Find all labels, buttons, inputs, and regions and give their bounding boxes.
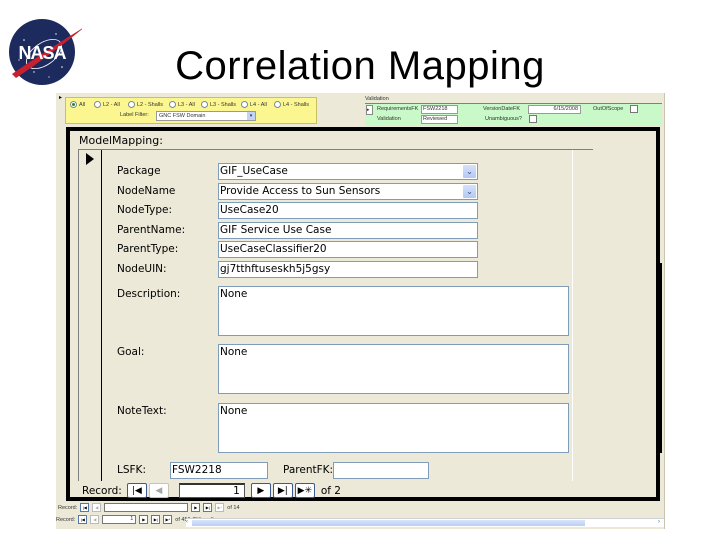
last-record-icon: ▶| xyxy=(277,485,288,496)
scroll-right-icon[interactable]: › xyxy=(658,519,660,525)
next-record-button[interactable]: ▶ xyxy=(250,483,271,498)
nodename-combo[interactable]: Provide Access to Sun Sensors ⌄ xyxy=(218,183,478,200)
record-label: Record: xyxy=(82,484,122,497)
scroll-left-icon[interactable]: ‹ xyxy=(186,519,188,525)
nodeuin-label: NodeUIN: xyxy=(117,263,167,275)
horizontal-scrollbar[interactable]: ‹ › xyxy=(186,518,664,527)
version-date-fk-field[interactable]: 6/15/2008 xyxy=(528,105,581,114)
record-count: of 2 xyxy=(320,484,341,497)
parenttype-field[interactable]: UseCaseClassifier20 xyxy=(218,241,478,258)
first-record-button[interactable]: |◀ xyxy=(80,503,90,512)
prev-record-icon: ◀ xyxy=(155,485,163,496)
prev-record-button[interactable]: ◀ xyxy=(90,515,100,524)
filter-radio-l3-shalls[interactable]: L3 - Shalls xyxy=(201,101,236,108)
filter-radio-l2-shalls[interactable]: L2 - Shalls xyxy=(128,101,163,108)
radio-icon xyxy=(169,101,176,108)
first-record-button[interactable]: |◀ xyxy=(126,483,147,498)
new-record-button[interactable]: ▶* xyxy=(163,515,173,524)
lsfk-field[interactable]: FSW2218 xyxy=(170,462,268,479)
new-record-button[interactable]: ▶✳ xyxy=(294,483,315,498)
parentfk-label: ParentFK: xyxy=(283,464,334,476)
parentname-field[interactable]: GIF Service Use Case xyxy=(218,222,478,239)
chevron-down-icon[interactable]: ⌄ xyxy=(463,165,476,178)
radio-icon xyxy=(274,101,281,108)
version-date-fk-label: VersionDateFK xyxy=(483,106,520,112)
radio-icon xyxy=(201,101,208,108)
record-count: of 14 xyxy=(227,504,240,511)
nodeuin-field[interactable]: gj7tthftuseskh5j5gsy xyxy=(218,261,478,278)
last-record-button[interactable]: ▶| xyxy=(203,503,213,512)
validation-subform: ▸ RequirementsFK FSW2218 VersionDateFK 6… xyxy=(365,103,662,126)
radio-icon xyxy=(241,101,248,108)
divider xyxy=(572,150,573,481)
nodetype-field[interactable]: UseCase20 xyxy=(218,202,478,219)
new-record-icon: ▶✳ xyxy=(297,485,313,496)
record-number-input[interactable] xyxy=(104,503,189,512)
notetext-field[interactable]: None xyxy=(218,403,569,453)
notetext-label: NoteText: xyxy=(117,405,167,417)
last-record-button[interactable]: ▶| xyxy=(272,483,293,498)
filter-radio-l3-all[interactable]: L3 - All xyxy=(169,101,195,108)
validation-combo[interactable]: Reviewed xyxy=(421,115,458,124)
next-record-icon: ▶ xyxy=(257,485,265,496)
filter-radio-all[interactable]: All xyxy=(70,101,85,108)
validation-label: Validation xyxy=(377,116,401,122)
filter-bar: All L2 - All L2 - Shalls L3 - All L3 - S… xyxy=(65,97,317,124)
record-pointer-icon: ▸ xyxy=(59,95,63,101)
prev-record-button[interactable]: ◀ xyxy=(148,483,169,498)
out-of-scope-checkbox[interactable] xyxy=(630,105,638,113)
description-field[interactable]: None xyxy=(218,286,569,336)
filter-radio-l4-all[interactable]: L4 - All xyxy=(241,101,267,108)
model-mapping-fields: Package GIF_UseCase ⌄ NodeName Provide Ac… xyxy=(102,150,572,481)
slide-title: Correlation Mapping xyxy=(175,44,545,88)
chevron-down-icon[interactable]: ▾ xyxy=(247,112,255,120)
current-record-arrow-icon xyxy=(86,153,94,165)
next-record-button[interactable]: ▶ xyxy=(191,503,201,512)
unambiguous-label: Unambiguous? xyxy=(485,116,522,122)
model-mapping-subform: ModelMapping: Package GIF_UseCase ⌄ NodeN… xyxy=(66,127,660,501)
label-filter-label: Label Filter: xyxy=(120,112,149,118)
next-record-button[interactable]: ▶ xyxy=(139,515,149,524)
filter-radio-l2-all[interactable]: L2 - All xyxy=(94,101,120,108)
parenttype-label: ParentType: xyxy=(117,243,179,255)
parentfk-field[interactable] xyxy=(333,462,429,479)
radio-icon xyxy=(70,101,77,108)
label-filter-combo[interactable]: GNC FSW Domain ▾ xyxy=(156,111,256,121)
description-label: Description: xyxy=(117,288,181,300)
record-selector[interactable] xyxy=(79,150,102,481)
model-mapping-title: ModelMapping: xyxy=(79,134,163,147)
model-mapping-record-nav: Record: |◀ ◀ 1 ▶ ▶| ▶✳ of 2 xyxy=(82,483,341,498)
record-label: Record: xyxy=(58,504,78,511)
prev-record-button[interactable]: ◀ xyxy=(92,503,102,512)
parentname-label: ParentName: xyxy=(117,224,186,236)
requirement-fk-field[interactable]: FSW2218 xyxy=(421,105,458,114)
radio-icon xyxy=(94,101,101,108)
out-of-scope-label: OutOfScope xyxy=(593,106,624,112)
scrollbar-thumb[interactable] xyxy=(192,520,585,526)
nodename-label: NodeName xyxy=(117,185,176,197)
first-record-button[interactable]: |◀ xyxy=(78,515,88,524)
validation-title: Validation xyxy=(365,96,389,102)
goal-field[interactable]: None xyxy=(218,344,569,394)
record-label: Record: xyxy=(56,516,76,523)
last-record-button[interactable]: ▶| xyxy=(151,515,161,524)
model-mapping-detail-area: Package GIF_UseCase ⌄ NodeName Provide Ac… xyxy=(78,149,593,481)
record-number-input[interactable]: 1 xyxy=(178,483,245,498)
first-record-icon: |◀ xyxy=(131,485,142,496)
goal-label: Goal: xyxy=(117,346,145,358)
subform-record-nav: Record: |◀ ◀ ▶ ▶| ▶* of 14 xyxy=(58,503,240,512)
radio-icon xyxy=(128,101,135,108)
record-selector[interactable]: ▸ xyxy=(366,105,373,115)
filter-radio-l4-shalls[interactable]: L4 - Shalls xyxy=(274,101,309,108)
new-record-button[interactable]: ▶* xyxy=(215,503,225,512)
package-label: Package xyxy=(117,165,161,177)
lsfk-label: LSFK: xyxy=(117,464,146,476)
nodetype-label: NodeType: xyxy=(117,204,173,216)
requirement-fk-label: RequirementsFK xyxy=(377,106,419,112)
package-combo[interactable]: GIF_UseCase ⌄ xyxy=(218,163,478,180)
chevron-down-icon[interactable]: ⌄ xyxy=(463,185,476,198)
record-number-input[interactable]: 1 xyxy=(102,515,137,524)
unambiguous-checkbox[interactable] xyxy=(529,115,537,123)
